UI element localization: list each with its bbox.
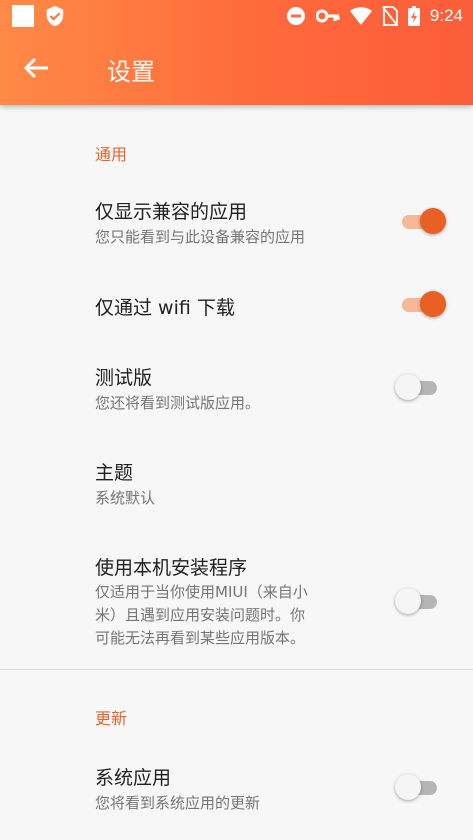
setting-theme[interactable]: 主题 系统默认: [0, 450, 473, 520]
switch-thumb: [420, 208, 446, 234]
wifi-icon: [349, 7, 372, 25]
setting-system-apps[interactable]: 系统应用 您将看到系统应用的更新: [0, 755, 473, 825]
native-installer-switch[interactable]: [395, 587, 441, 617]
switch-thumb: [395, 374, 421, 400]
setting-compatible-apps[interactable]: 仅显示兼容的应用 您只能看到与此设备兼容的应用: [0, 189, 473, 259]
setting-summary: 您只能看到与此设备兼容的应用: [95, 228, 306, 246]
app-bar: 9:24 设置: [0, 0, 473, 105]
setting-summary-line: 仅适用于当你使用MIUI（来自小: [95, 583, 308, 601]
switch-thumb: [395, 774, 421, 800]
switch-thumb: [420, 291, 446, 317]
page-title: 设置: [107, 58, 155, 86]
notification-square-icon: [12, 5, 34, 27]
setting-wifi-only-download[interactable]: 仅通过 wifi 下载: [0, 283, 473, 339]
setting-summary: 您还将看到测试版应用。: [95, 394, 261, 412]
setting-beta[interactable]: 测试版 您还将看到测试版应用。: [0, 355, 473, 425]
setting-title: 仅显示兼容的应用: [95, 201, 248, 223]
setting-title: 仅通过 wifi 下载: [95, 297, 235, 319]
switch-thumb: [395, 588, 421, 614]
battery-charging-icon: [407, 6, 420, 26]
setting-native-installer[interactable]: 使用本机安装程序 仅适用于当你使用MIUI（来自小 米）且遇到应用安装问题时。你…: [0, 545, 473, 655]
wifi-only-switch[interactable]: [400, 290, 446, 320]
section-divider: [0, 669, 473, 670]
setting-title: 系统应用: [95, 767, 172, 789]
setting-summary: 系统默认: [95, 489, 156, 507]
status-bar: 9:24: [0, 0, 473, 32]
do-not-disturb-icon: [286, 7, 305, 25]
status-time: 9:24: [429, 6, 463, 25]
shield-check-icon: [46, 5, 64, 27]
setting-title: 测试版: [95, 367, 153, 389]
beta-switch[interactable]: [395, 373, 441, 403]
setting-summary-line: 可能无法再看到某些应用版本。: [95, 629, 306, 647]
no-sim-icon: [382, 6, 398, 26]
compatible-apps-switch[interactable]: [400, 207, 446, 237]
setting-summary: 您将看到系统应用的更新: [95, 794, 261, 812]
section-header-updates: 更新: [95, 709, 128, 728]
arrow-left-icon[interactable]: [22, 56, 50, 80]
setting-summary-line: 米）且遇到应用安装问题时。你: [95, 606, 306, 624]
vpn-key-icon: [315, 9, 340, 23]
section-header-general: 通用: [95, 145, 128, 164]
setting-title: 主题: [95, 462, 134, 484]
setting-title: 使用本机安装程序: [95, 557, 248, 579]
system-apps-switch[interactable]: [395, 773, 441, 803]
